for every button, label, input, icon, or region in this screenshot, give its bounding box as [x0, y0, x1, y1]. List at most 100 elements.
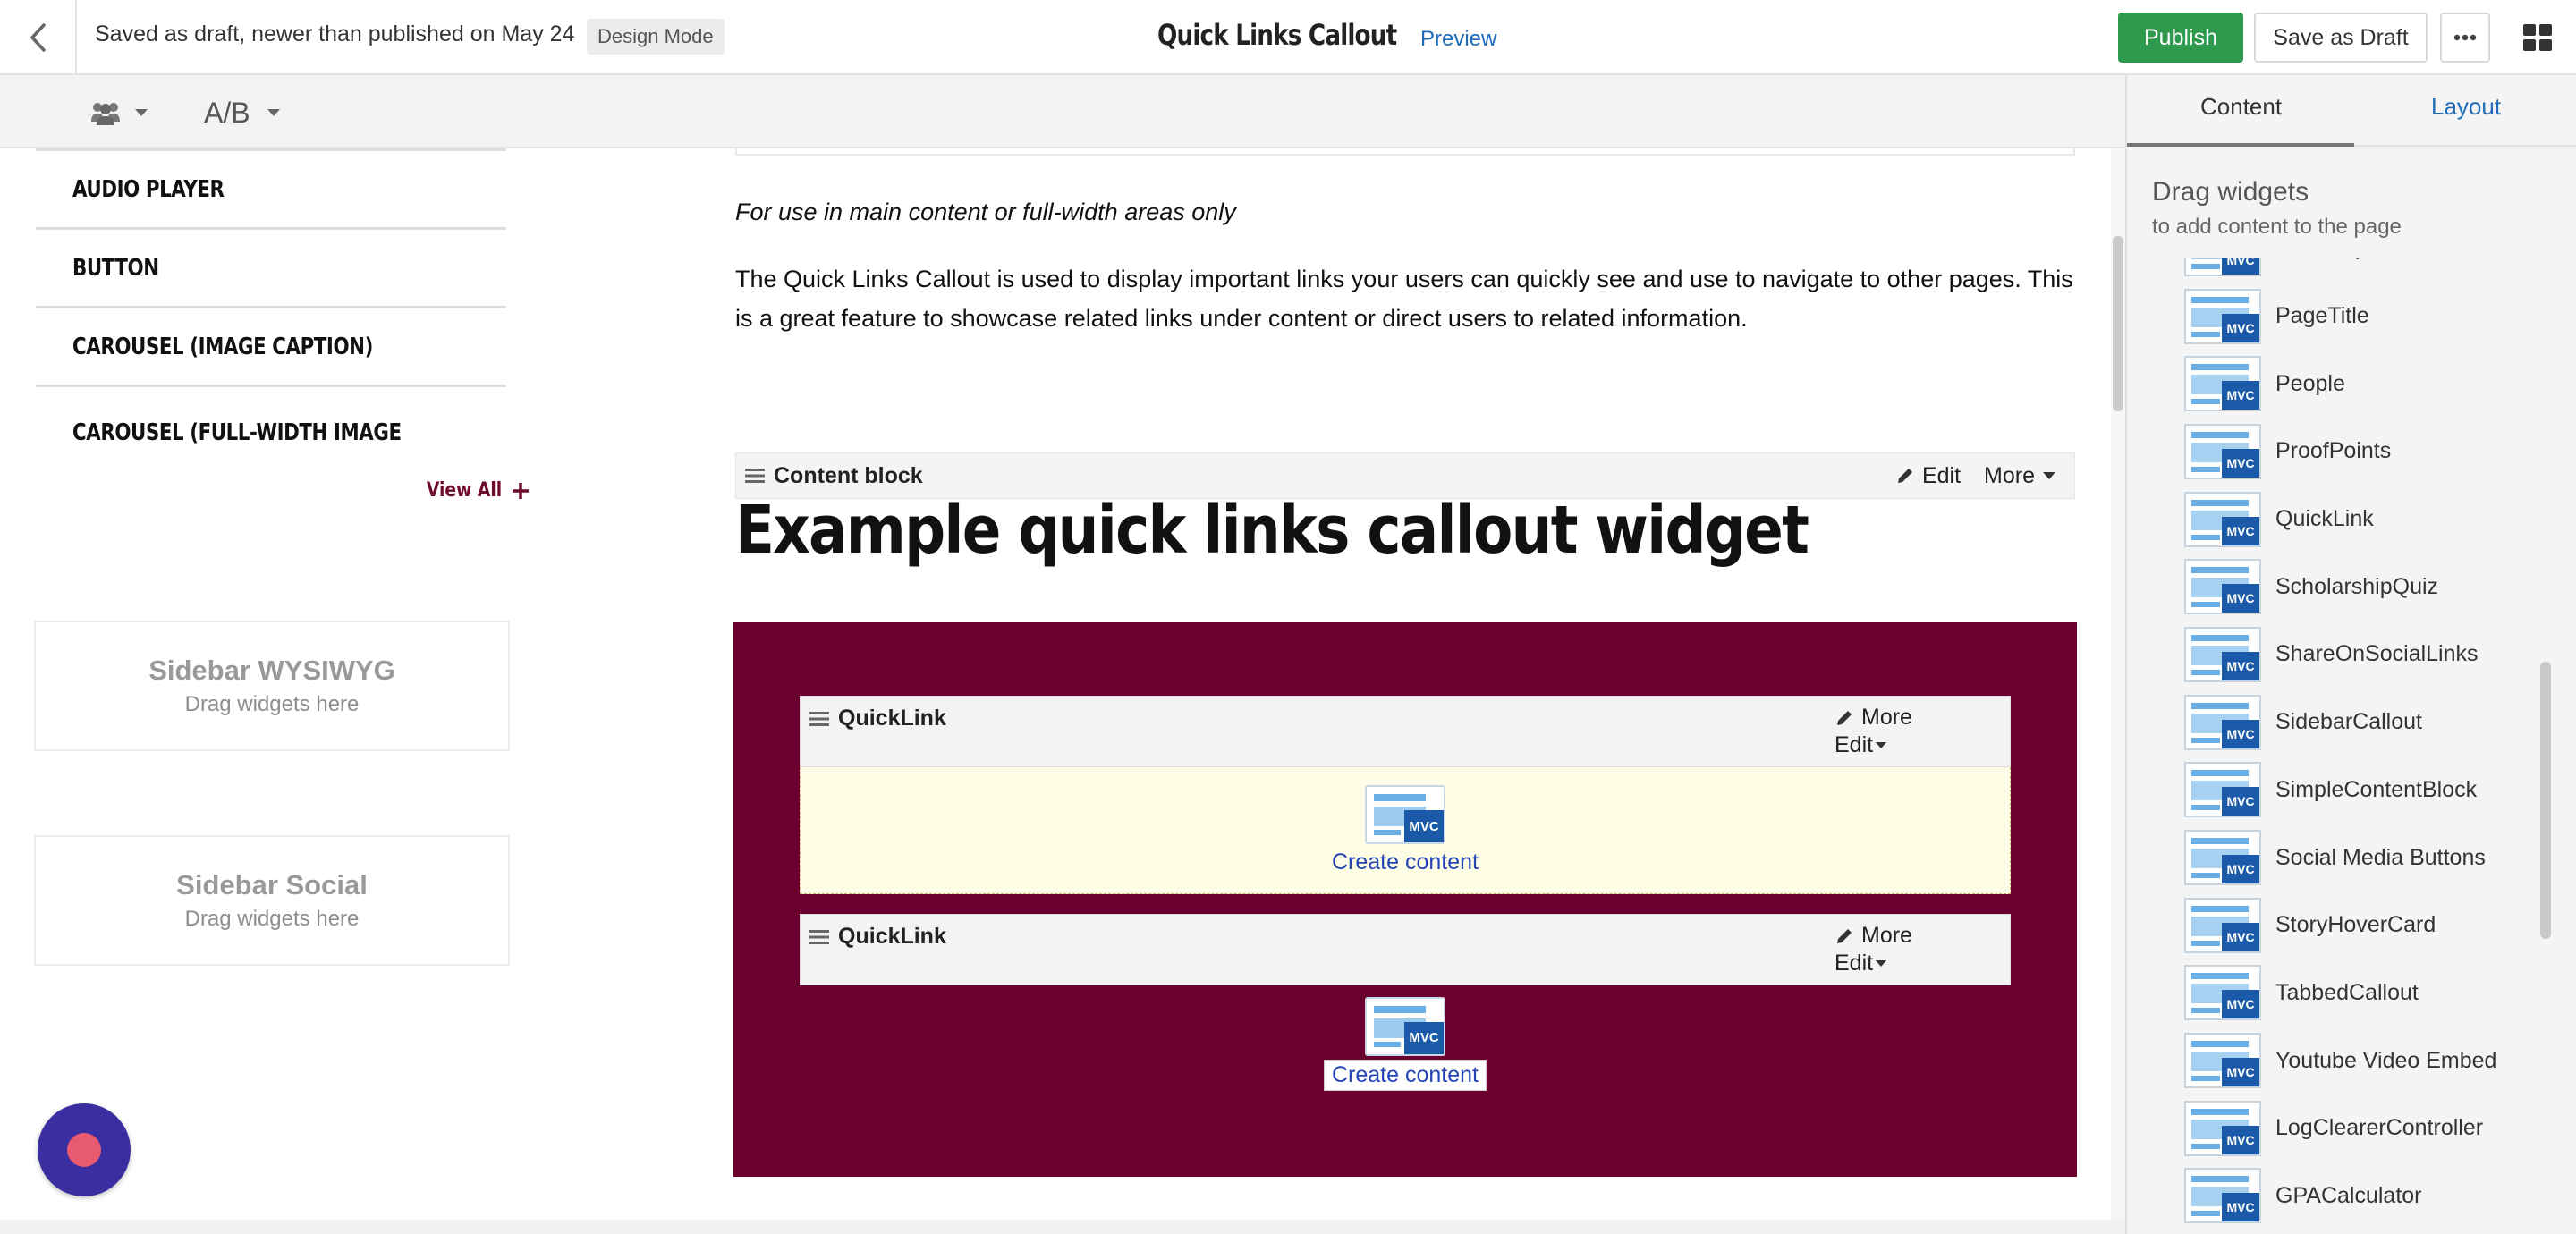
create-content-link[interactable]: Create content — [1324, 1059, 1487, 1091]
record-button[interactable] — [38, 1103, 131, 1196]
widget-list-item[interactable]: MVC Youtube Video Embed — [2184, 1027, 2524, 1095]
top-bar: Saved as draft, newer than published on … — [0, 0, 2576, 75]
widget-list-item-label: GPACalculator — [2275, 1182, 2422, 1208]
drag-handle-icon — [809, 711, 829, 726]
widget-category-item[interactable]: CAROUSEL (IMAGE CAPTION) — [36, 308, 506, 387]
widget-list-item[interactable]: MVC LogClearerController — [2184, 1095, 2524, 1162]
widget-panel-subtitle: to add content to the page — [2152, 215, 2402, 239]
widget-list-item[interactable]: MVC SimpleContentBlock — [2184, 756, 2524, 824]
widget-list-item[interactable]: MVC GPACalculator — [2184, 1162, 2524, 1230]
widget-category-item[interactable]: BUTTON — [36, 230, 506, 308]
quicklink-handle[interactable]: QuickLink — [809, 924, 946, 950]
mvc-badge: MVC — [1404, 1021, 1444, 1054]
quicklink-toolbar: QuickLink More Edit — [800, 914, 2011, 985]
widget-list-item[interactable]: MVC ProofPoints — [2184, 418, 2524, 486]
ab-test-dropdown[interactable]: A/B — [204, 93, 281, 132]
mvc-widget-icon: MVC — [2184, 288, 2261, 344]
widget-list-item[interactable]: MVC SidebarCallout — [2184, 689, 2524, 756]
quicklink-placeholder: MVC Create content — [800, 985, 2011, 1102]
mvc-widget-icon: MVC — [2184, 830, 2261, 886]
publish-button[interactable]: Publish — [2118, 13, 2243, 63]
widget-list-item[interactable]: MVC ScholarshipQuiz — [2184, 553, 2524, 621]
content-block-handle[interactable]: Content block — [745, 463, 923, 489]
description-text: The Quick Links Callout is used to displ… — [735, 266, 2073, 332]
horizontal-scrollbar[interactable] — [0, 1220, 2125, 1234]
mvc-widget-icon: MVC — [2184, 1168, 2261, 1224]
mvc-widget-icon: MVC — [1365, 996, 1445, 1056]
sidebar-social-dropzone[interactable]: Sidebar Social Drag widgets here — [34, 835, 510, 966]
more-label: More — [1984, 462, 2035, 488]
mvc-widget-icon: MVC — [2184, 356, 2261, 412]
widget-category-label: AUDIO PLAYER — [72, 175, 225, 203]
left-sidebar: AUDIO PLAYER BUTTON CAROUSEL (IMAGE CAPT… — [0, 148, 537, 1221]
save-as-draft-button[interactable]: Save as Draft — [2254, 13, 2428, 63]
widget-list-item[interactable]: MVC PageTitle — [2184, 283, 2524, 351]
pencil-icon — [1897, 469, 1912, 483]
widget-list-item-label: LogClearerController — [2275, 1115, 2484, 1141]
sidebar-wysiwyg-dropzone[interactable]: Sidebar WYSIWYG Drag widgets here — [34, 621, 510, 751]
main-content: For use in main content or full-width ar… — [537, 148, 2111, 1221]
widget-list-item[interactable]: MVC TabbedCallout — [2184, 959, 2524, 1027]
widget-list-item[interactable]: MVC People — [2184, 350, 2524, 418]
widget-list-item[interactable]: MVC StoryHoverCard — [2184, 892, 2524, 959]
widget-list-item[interactable]: MVC QuickLink — [2184, 486, 2524, 554]
mvc-widget-icon: MVC — [2184, 491, 2261, 547]
dropzone-title: Sidebar Social — [176, 869, 368, 900]
ab-label: A/B — [204, 96, 250, 129]
view-all-link[interactable]: View All — [413, 479, 530, 502]
persona-dropdown[interactable] — [89, 93, 148, 132]
caret-down-icon — [2043, 472, 2055, 479]
quicklink-toolbar: QuickLink More Edit — [800, 696, 2011, 767]
record-dot-icon — [67, 1133, 101, 1167]
widget-list-item-label: Social Media Buttons — [2275, 844, 2486, 870]
mvc-widget-icon: MVC — [2184, 694, 2261, 750]
widget-category-label: CAROUSEL (FULL-WIDTH IMAGE BACKGROUND) — [72, 419, 402, 461]
create-content-link[interactable]: Create content — [1332, 849, 1479, 875]
widget-list: MVC NextStepsCallout MVC PageTitle MVC People… — [2184, 258, 2524, 1234]
mvc-widget-icon: MVC — [2184, 626, 2261, 682]
widget-list-item[interactable]: MVC ShareOnSocialLinks — [2184, 621, 2524, 689]
widget-panel: Content Layout Drag widgets to add conte… — [2125, 75, 2576, 1234]
widget-list-item-label: ShareOnSocialLinks — [2275, 641, 2479, 667]
mvc-badge: MVC — [2222, 584, 2259, 613]
tab-layout[interactable]: Layout — [2431, 93, 2501, 121]
widget-list-item-label: SidebarCallout — [2275, 709, 2422, 735]
quicklink-widget: QuickLink More Edit MVC Create content — [800, 914, 2011, 1102]
quicklink-handle[interactable]: QuickLink — [809, 706, 946, 731]
apps-grid-button[interactable] — [2515, 18, 2560, 57]
widget-category-item[interactable]: AUDIO PLAYER — [36, 151, 506, 230]
widget-list-item[interactable]: MVC NextStepsCallout — [2184, 258, 2524, 283]
caret-down-icon — [267, 109, 280, 116]
quicklink-edit-button[interactable]: Edit — [1835, 950, 1912, 977]
widget-list-item-label: ScholarshipQuiz — [2275, 573, 2439, 599]
content-block-edit-button[interactable]: Edit — [1895, 463, 1961, 489]
users-icon — [91, 103, 120, 125]
widget-list-item-label: QuickLink — [2275, 506, 2374, 532]
back-button[interactable] — [0, 0, 77, 75]
widget-panel-scrollbar-thumb[interactable] — [2540, 662, 2551, 939]
grid-icon — [2523, 24, 2552, 51]
quick-links-callout: QuickLink More Edit MVC Create content Q… — [733, 622, 2077, 1177]
secondary-toolbar: A/B — [0, 75, 2125, 148]
widget-category-item[interactable]: CAROUSEL (FULL-WIDTH IMAGE BACKGROUND) — [36, 387, 506, 461]
preview-link[interactable]: Preview — [1420, 27, 1496, 52]
caret-down-icon — [135, 109, 148, 116]
caret-down-icon — [1875, 960, 1887, 967]
mvc-badge: MVC — [2222, 313, 2259, 342]
content-block-more-button[interactable]: More — [1984, 463, 2056, 489]
quicklink-edit-button[interactable]: Edit — [1835, 731, 1912, 759]
quicklink-more-button[interactable]: More — [1835, 922, 1912, 950]
mvc-badge: MVC — [2222, 922, 2259, 951]
tab-content[interactable]: Content — [2200, 93, 2282, 121]
mvc-widget-icon: MVC — [2184, 897, 2261, 953]
example-heading: Example quick links callout widget — [735, 492, 1809, 569]
widget-list-item[interactable]: MVC Social Media Buttons — [2184, 824, 2524, 892]
drag-handle-icon — [745, 469, 765, 483]
quicklink-more-button[interactable]: More — [1835, 704, 1912, 731]
edit-label: Edit — [1835, 951, 1874, 976]
more-options-button[interactable] — [2440, 13, 2490, 63]
widget-category-label: CAROUSEL (IMAGE CAPTION) — [72, 333, 373, 360]
mvc-badge: MVC — [1404, 810, 1444, 842]
main-scrollbar-thumb[interactable] — [2113, 236, 2123, 411]
usage-note: For use in main content or full-width ar… — [735, 199, 1236, 225]
